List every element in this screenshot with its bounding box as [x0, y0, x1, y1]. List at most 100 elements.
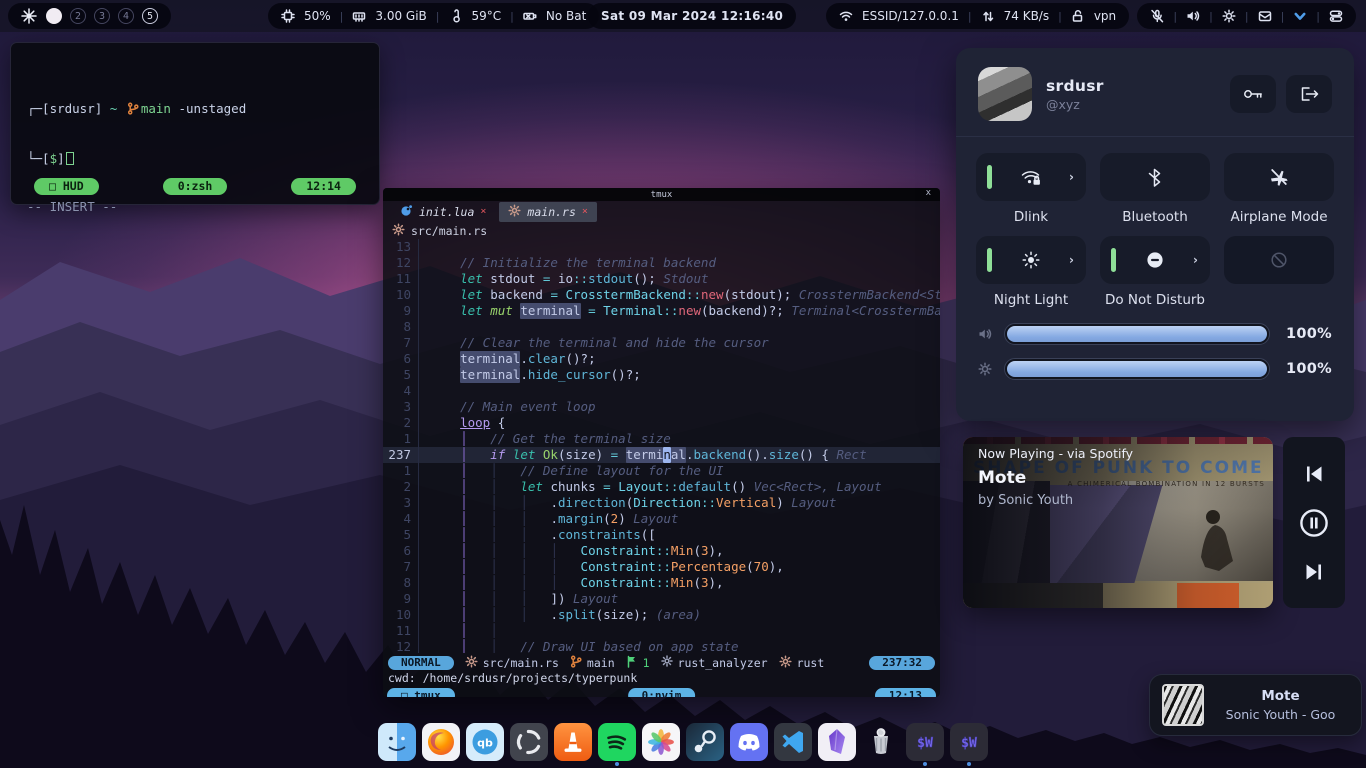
terminal-output[interactable]: ┌─[srdusr] ~ main -unstaged └─[$] -- INS… [11, 43, 379, 247]
code-line-current[interactable]: 237 │ if let Ok(size) = terminal.backend… [383, 447, 940, 463]
workspace-3[interactable]: 3 [94, 8, 110, 24]
line-number: 11 [383, 271, 419, 287]
now-playing-caption: Now Playing - via Spotify [978, 446, 1133, 461]
volume-icon[interactable] [1186, 9, 1200, 23]
dock-app-file-manager[interactable] [377, 723, 417, 766]
hud-session-pill[interactable]: □ HUD [34, 178, 99, 195]
toggles-icon[interactable] [1329, 9, 1343, 23]
chevron-right-icon[interactable]: › [1069, 253, 1074, 267]
dock-app-spotify[interactable] [597, 723, 637, 766]
prompt-line-1: ┌─[srdusr] ~ main -unstaged [27, 101, 363, 119]
line-number: 13 [383, 239, 419, 255]
line-number: 3 [383, 495, 419, 511]
code-line[interactable]: 12 │ │ // Draw UI based on app state [383, 639, 940, 653]
code-line[interactable]: 5 │ │ │ .constraints([ [383, 527, 940, 543]
brightness-slider[interactable] [1004, 358, 1270, 380]
workspace-4[interactable]: 4 [118, 8, 134, 24]
mic-muted-icon[interactable] [1150, 9, 1164, 23]
next-track-button[interactable] [1302, 560, 1326, 584]
toggle-bluetooth[interactable] [1100, 153, 1210, 201]
settings-icon[interactable] [1222, 9, 1236, 23]
tab-close-icon[interactable]: × [582, 206, 588, 217]
close-window-button[interactable]: x [926, 188, 931, 198]
code-line[interactable]: 3 // Main event loop [383, 399, 940, 415]
code-line[interactable]: 4 │ │ │ .margin(2) Layout [383, 511, 940, 527]
code-line[interactable]: 7 │ │ │ │ Constraint::Percentage(70), [383, 559, 940, 575]
dock-app-vlc[interactable] [553, 723, 593, 766]
dock-app-wallet-app[interactable]: $W [905, 723, 945, 766]
code-line[interactable]: 10 let backend = CrosstermBackend::new(s… [383, 287, 940, 303]
volume-value: 100% [1282, 326, 1332, 342]
toggle-airplane-mode[interactable] [1224, 153, 1334, 201]
tab-init.lua[interactable]: init.lua× [391, 202, 495, 222]
code-line[interactable]: 3 │ │ │ .direction(Direction::Vertical) … [383, 495, 940, 511]
volume-slider[interactable] [1004, 323, 1270, 345]
toggle-do-not-disturb[interactable]: › [1100, 236, 1210, 284]
dock-app-steam[interactable] [685, 723, 725, 766]
dock-app-photos[interactable] [641, 723, 681, 766]
line-number: 11 [383, 623, 419, 639]
statusline-flag-count: 1 [643, 656, 650, 670]
ram-usage: 3.00 GiB [375, 9, 426, 23]
zsh-window-pill[interactable]: 0:zsh [163, 178, 228, 195]
lock-keys-button[interactable] [1230, 75, 1276, 113]
code-line[interactable]: 11 │ │ [383, 623, 940, 639]
code-line[interactable]: 11 let stdout = io::stdout(); Stdout [383, 271, 940, 287]
now-playing-card[interactable]: SHAPE OF PUNK TO COME A CHIMERICAL BOMBI… [963, 437, 1273, 608]
tab-close-icon[interactable]: × [480, 206, 486, 217]
code-line[interactable]: 4 [383, 383, 940, 399]
code-line[interactable]: 12 // Initialize the terminal backend [383, 255, 940, 271]
code-line[interactable]: 6 │ │ │ │ Constraint::Min(3), [383, 543, 940, 559]
code-line[interactable]: 2 │ │ let chunks = Layout::default() Vec… [383, 479, 940, 495]
chevron-right-icon[interactable]: › [1193, 253, 1198, 267]
code-line[interactable]: 13 [383, 239, 940, 255]
chevron-right-icon[interactable]: › [1069, 170, 1074, 184]
dock-app-obsidian[interactable] [817, 723, 857, 766]
previous-track-button[interactable] [1302, 462, 1326, 486]
media-notification[interactable]: Mote Sonic Youth - Goo [1149, 674, 1362, 736]
toggle-empty[interactable] [1224, 236, 1334, 284]
tmux-session-pill[interactable]: □ tmux [387, 688, 455, 698]
toggle-night-light[interactable]: › [976, 236, 1086, 284]
running-indicator [967, 762, 971, 766]
dock-app-qbittorrent[interactable]: qb [465, 723, 505, 766]
editor-window[interactable]: tmux x init.lua×main.rs× src/main.rs 131… [383, 188, 940, 697]
code-line[interactable]: 1 │ // Get the terminal size [383, 431, 940, 447]
dock-app-obs-studio[interactable] [509, 723, 549, 766]
code-line[interactable]: 9 │ │ │ ]) Layout [383, 591, 940, 607]
code-line[interactable]: 6 terminal.clear()?; [383, 351, 940, 367]
mail-icon[interactable] [1258, 9, 1272, 23]
code-line[interactable]: 5 terminal.hide_cursor()?; [383, 367, 940, 383]
workspace-5[interactable]: 5 [142, 8, 158, 24]
updates-chevron-icon[interactable] [1293, 9, 1307, 23]
dock-app-trash[interactable] [861, 723, 901, 766]
terminal-window[interactable]: ┌─[srdusr] ~ main -unstaged └─[$] -- INS… [10, 42, 380, 205]
airplane-off-icon [1269, 167, 1289, 187]
workspace-2[interactable]: 2 [70, 8, 86, 24]
code-editor-area[interactable]: 1312 // Initialize the terminal backend1… [383, 239, 940, 653]
wifi-icon [839, 9, 853, 23]
code-line[interactable]: 10 │ │ │ .split(size); (area) [383, 607, 940, 623]
notification-subtitle: Sonic Youth - Goo [1212, 707, 1349, 722]
logout-button[interactable] [1286, 75, 1332, 113]
toggle-dlink[interactable]: › [976, 153, 1086, 201]
dock-app-vscode[interactable] [773, 723, 813, 766]
pause-button[interactable] [1298, 507, 1330, 539]
tmux-window-pill[interactable]: 0:nvim [628, 688, 696, 698]
workspace-pill: 2345 [8, 3, 171, 29]
dock-app-firefox[interactable] [421, 723, 461, 766]
vi-mode-indicator: -- INSERT -- [27, 199, 363, 215]
tab-main.rs[interactable]: main.rs× [499, 202, 597, 222]
code-line[interactable]: 8 │ │ │ │ Constraint::Min(3), [383, 575, 940, 591]
code-line[interactable]: 7 // Clear the terminal and hide the cur… [383, 335, 940, 351]
code-line[interactable]: 8 [383, 319, 940, 335]
code-line[interactable]: 9 let mut terminal = Terminal::new(backe… [383, 303, 940, 319]
code-line[interactable]: 2 loop { [383, 415, 940, 431]
workspace-1[interactable] [46, 8, 62, 24]
dock-app-discord[interactable] [729, 723, 769, 766]
dock-app-wallet-app-2[interactable]: $W [949, 723, 989, 766]
starburst-logo-icon[interactable] [21, 8, 37, 24]
code-line[interactable]: 1 │ │ // Define layout for the UI [383, 463, 940, 479]
line-number: 7 [383, 335, 419, 351]
tmux-title-bar: tmux x [383, 188, 940, 201]
